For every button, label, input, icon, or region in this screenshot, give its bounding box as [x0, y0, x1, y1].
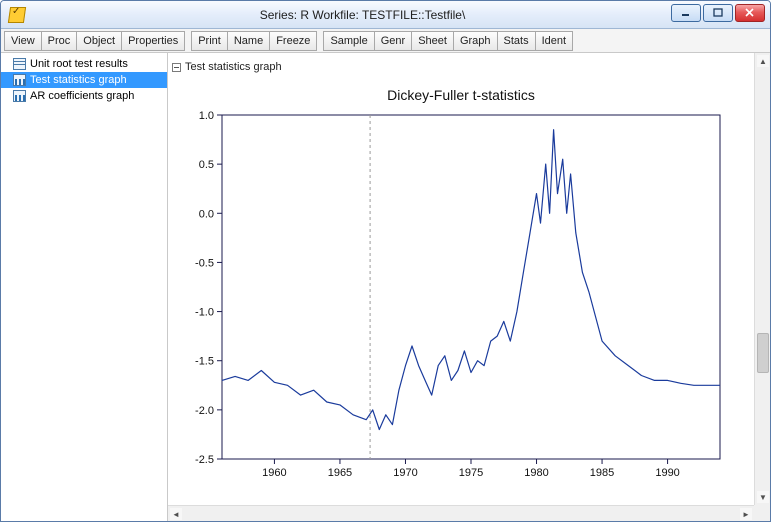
close-button[interactable]	[735, 4, 765, 22]
content-area: Unit root test results Test statistics gr…	[1, 53, 770, 521]
toolbar-freeze-button[interactable]: Freeze	[270, 31, 317, 51]
maximize-button[interactable]	[703, 4, 733, 22]
app-window: Series: R Workfile: TESTFILE::Testfile\ …	[0, 0, 771, 522]
svg-text:1.0: 1.0	[199, 110, 214, 122]
chart-title: Dickey-Fuller t-statistics	[174, 87, 748, 103]
plot-area: Dickey-Fuller t-statistics -2.5-2.0-1.5-…	[174, 83, 748, 499]
scroll-corner	[754, 505, 770, 521]
window-title: Series: R Workfile: TESTFILE::Testfile\	[25, 8, 770, 22]
svg-text:1990: 1990	[655, 467, 679, 479]
chart-icon	[13, 90, 26, 102]
svg-text:1970: 1970	[393, 467, 417, 479]
main-body: Test statistics graph Dickey-Fuller t-st…	[168, 53, 770, 521]
scroll-left-icon[interactable]: ◄	[170, 508, 182, 520]
titlebar[interactable]: Series: R Workfile: TESTFILE::Testfile\	[1, 1, 770, 29]
main-panel: Test statistics graph Dickey-Fuller t-st…	[168, 53, 770, 521]
sidebar-item-unit-root-test-results[interactable]: Unit root test results	[1, 56, 167, 72]
toolbar-proc-button[interactable]: Proc	[42, 31, 78, 51]
toolbar-name-button[interactable]: Name	[228, 31, 270, 51]
scroll-down-icon[interactable]: ▼	[757, 491, 769, 503]
toolbar-genr-button[interactable]: Genr	[375, 31, 412, 51]
svg-text:1960: 1960	[262, 467, 286, 479]
minimize-button[interactable]	[671, 4, 701, 22]
toolbar-print-button[interactable]: Print	[191, 31, 228, 51]
sidebar-item-label: Unit root test results	[30, 58, 128, 70]
toolbar-sample-button[interactable]: Sample	[323, 31, 374, 51]
vertical-scrollbar[interactable]: ▲ ▼	[754, 53, 770, 505]
svg-text:1985: 1985	[590, 467, 614, 479]
sidebar: Unit root test results Test statistics gr…	[1, 53, 168, 521]
app-icon	[9, 7, 25, 23]
table-icon	[13, 58, 26, 70]
toolbar-ident-button[interactable]: Ident	[536, 31, 573, 51]
svg-text:-1.0: -1.0	[195, 307, 214, 319]
chart-icon	[13, 74, 26, 86]
svg-text:-2.5: -2.5	[195, 454, 214, 466]
toolbar-sheet-button[interactable]: Sheet	[412, 31, 454, 51]
scroll-up-icon[interactable]: ▲	[757, 55, 769, 67]
scroll-right-icon[interactable]: ►	[740, 508, 752, 520]
svg-text:0.0: 0.0	[199, 208, 214, 220]
horizontal-scrollbar[interactable]: ◄ ►	[168, 505, 754, 521]
toolbar-object-button[interactable]: Object	[77, 31, 122, 51]
toolbar-graph-button[interactable]: Graph	[454, 31, 498, 51]
svg-text:-1.5: -1.5	[195, 356, 214, 368]
toolbar-stats-button[interactable]: Stats	[498, 31, 536, 51]
vscroll-thumb[interactable]	[757, 333, 769, 373]
sidebar-item-label: AR coefficients graph	[30, 90, 134, 102]
svg-text:1980: 1980	[524, 467, 548, 479]
svg-text:1965: 1965	[328, 467, 352, 479]
window-controls	[671, 4, 765, 22]
toolbar: ViewProcObjectProperties PrintNameFreeze S…	[1, 29, 770, 53]
toolbar-view-button[interactable]: View	[4, 31, 42, 51]
collapse-icon[interactable]	[172, 63, 181, 72]
svg-text:-0.5: -0.5	[195, 257, 214, 269]
sidebar-item-label: Test statistics graph	[30, 74, 127, 86]
svg-text:1975: 1975	[459, 467, 483, 479]
chart: -2.5 -2.0 -1.5 -1.0 -0.5 0.0 0.5 1.0 1960 1965 197…	[174, 105, 734, 485]
toolbar-properties-button[interactable]: Properties	[122, 31, 185, 51]
sidebar-item-test-statistics-graph[interactable]: Test statistics graph	[1, 72, 167, 88]
section-label: Test statistics graph	[185, 61, 282, 73]
svg-text:-2.0: -2.0	[195, 405, 214, 417]
sidebar-item-ar-coefficients-graph[interactable]: AR coefficients graph	[1, 88, 167, 104]
section-header[interactable]: Test statistics graph	[172, 61, 282, 73]
svg-text:0.5: 0.5	[199, 159, 214, 171]
